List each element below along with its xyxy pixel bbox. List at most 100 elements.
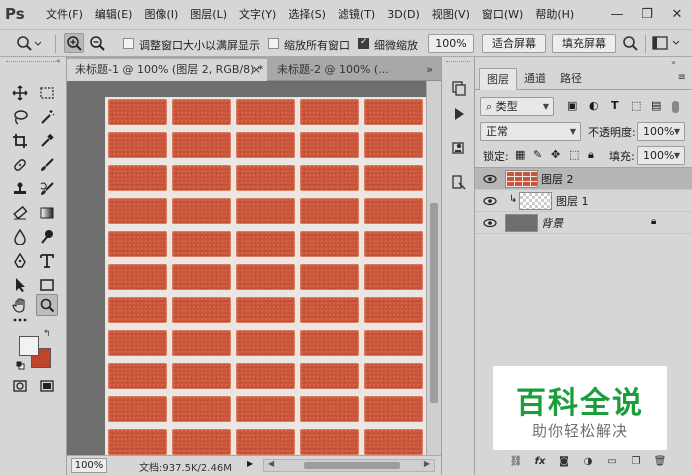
horizontal-scrollbar[interactable]: ◀ ▶ bbox=[263, 459, 435, 472]
lasso-tool-icon[interactable] bbox=[9, 106, 31, 128]
brush-tool-icon[interactable] bbox=[36, 154, 58, 176]
properties-panel-icon[interactable] bbox=[448, 171, 470, 193]
history-panel-icon[interactable] bbox=[448, 77, 470, 99]
tab-document-2[interactable]: 未标题-2 @ 100% (... » bbox=[269, 59, 439, 81]
background-layer-name[interactable]: 背景 bbox=[541, 215, 563, 231]
menu-image[interactable]: 图像(I) bbox=[144, 0, 178, 29]
dodge-tool-icon[interactable] bbox=[36, 226, 58, 248]
new-layer-icon[interactable]: ❐ bbox=[625, 452, 647, 470]
history-brush-tool-icon[interactable] bbox=[36, 178, 58, 200]
trash-icon[interactable]: 🗑︎ bbox=[649, 452, 671, 470]
group-icon[interactable]: ▭ bbox=[601, 452, 623, 470]
visibility-eye-icon[interactable] bbox=[483, 216, 497, 230]
adjustment-icon[interactable]: ◑ bbox=[577, 452, 599, 470]
zoom-in-button[interactable] bbox=[64, 33, 84, 53]
menu-file[interactable]: 文件(F) bbox=[46, 0, 83, 29]
tab-document-1[interactable]: 未标题-1 @ 100% (图层 2, RGB/8) * × bbox=[67, 59, 267, 81]
lock-all-icon[interactable]: 🔒︎ bbox=[588, 148, 594, 162]
fill-screen-button[interactable]: 填充屏幕 bbox=[552, 34, 616, 53]
restore-button[interactable]: ❐ bbox=[632, 0, 662, 29]
menu-select[interactable]: 选择(S) bbox=[288, 0, 326, 29]
fit-screen-button[interactable]: 适合屏幕 bbox=[482, 34, 546, 53]
menu-help[interactable]: 帮助(H) bbox=[535, 0, 574, 29]
filter-shape-icon[interactable]: ⬚ bbox=[631, 99, 641, 112]
horizontal-scroll-thumb[interactable] bbox=[304, 462, 400, 469]
filter-smart-object-icon[interactable]: ▤ bbox=[651, 99, 661, 112]
canvas-area[interactable] bbox=[67, 81, 426, 455]
actions-play-icon[interactable] bbox=[448, 103, 470, 125]
magic-wand-tool-icon[interactable] bbox=[36, 106, 58, 128]
menu-edit[interactable]: 编辑(E) bbox=[95, 0, 133, 29]
eraser-tool-icon[interactable] bbox=[9, 202, 31, 224]
lock-image-icon[interactable]: ✎ bbox=[533, 148, 542, 161]
swap-colors-icon[interactable]: ↰ bbox=[43, 329, 51, 339]
layer-row-background[interactable]: 背景 🔒︎ bbox=[475, 212, 692, 234]
filter-adjustment-icon[interactable]: ◐ bbox=[589, 99, 599, 112]
clone-stamp-tool-icon[interactable] bbox=[9, 178, 31, 200]
zoom-all-windows-checkbox[interactable] bbox=[268, 38, 279, 49]
tab-channels[interactable]: 通道 bbox=[517, 68, 553, 90]
zoom-tool-button[interactable] bbox=[36, 294, 58, 316]
panel-menu-icon[interactable]: ≡ bbox=[678, 72, 686, 83]
scroll-left-arrow-icon[interactable]: ◀ bbox=[268, 459, 274, 468]
tab-layers[interactable]: 图层 bbox=[479, 68, 517, 90]
quick-mask-icon[interactable] bbox=[9, 375, 31, 397]
resize-windows-checkbox[interactable] bbox=[123, 38, 134, 49]
mask-icon[interactable]: ◙ bbox=[553, 452, 575, 470]
visibility-eye-icon[interactable] bbox=[483, 172, 497, 186]
tab-paths[interactable]: 路径 bbox=[553, 68, 589, 90]
opacity-field[interactable]: 100% ▼ bbox=[637, 122, 685, 141]
blur-tool-icon[interactable] bbox=[9, 226, 31, 248]
pen-tool-icon[interactable] bbox=[9, 250, 31, 272]
layer-2-name[interactable]: 图层 2 bbox=[541, 171, 574, 187]
healing-brush-tool-icon[interactable] bbox=[9, 154, 31, 176]
blend-mode-select[interactable]: 正常 ▼ bbox=[480, 122, 581, 141]
layer-row-2[interactable]: 图层 2 bbox=[475, 168, 692, 190]
vertical-scrollbar[interactable] bbox=[426, 81, 441, 455]
close-button[interactable]: ✕ bbox=[662, 0, 692, 29]
zoom-tool-preset-icon[interactable] bbox=[16, 35, 42, 56]
status-menu-arrow-icon[interactable]: ▶ bbox=[247, 459, 253, 468]
lock-transparent-icon[interactable]: ▦ bbox=[515, 148, 525, 161]
menu-view[interactable]: 视图(V) bbox=[432, 0, 470, 29]
filter-kind-select[interactable]: ⌕ 类型 ▼ bbox=[480, 97, 554, 116]
scroll-right-arrow-icon[interactable]: ▶ bbox=[424, 459, 430, 468]
type-tool-icon[interactable] bbox=[36, 250, 58, 272]
menu-filter[interactable]: 滤镜(T) bbox=[338, 0, 375, 29]
minimize-button[interactable]: — bbox=[602, 0, 632, 29]
screen-mode-icon[interactable] bbox=[36, 375, 58, 397]
menu-layer[interactable]: 图层(L) bbox=[190, 0, 227, 29]
gradient-tool-icon[interactable] bbox=[36, 202, 58, 224]
visibility-eye-icon[interactable] bbox=[483, 194, 497, 208]
tab-overflow-icon[interactable]: » bbox=[426, 59, 433, 81]
eyedropper-tool-icon[interactable] bbox=[36, 130, 58, 152]
filter-toggle-icon[interactable] bbox=[672, 101, 679, 113]
collapse-toolbar-icon[interactable]: « bbox=[56, 57, 60, 65]
fill-field[interactable]: 100% ▼ bbox=[637, 146, 685, 165]
foreground-color-swatch[interactable] bbox=[19, 336, 39, 356]
menu-window[interactable]: 窗口(W) bbox=[482, 0, 523, 29]
menu-type[interactable]: 文字(Y) bbox=[239, 0, 276, 29]
crop-tool-icon[interactable] bbox=[9, 130, 31, 152]
lock-position-icon[interactable]: ✥ bbox=[551, 148, 560, 161]
vertical-scroll-thumb[interactable] bbox=[430, 203, 438, 403]
dock-grip[interactable] bbox=[446, 61, 470, 62]
link-icon[interactable]: ⛓ bbox=[505, 452, 527, 470]
zoom-out-button[interactable] bbox=[87, 33, 107, 53]
marquee-tool-icon[interactable] bbox=[36, 82, 58, 104]
lock-artboard-icon[interactable]: ⬚ bbox=[569, 148, 579, 161]
toolbar-grip[interactable] bbox=[6, 61, 60, 64]
tab-close-icon[interactable]: × bbox=[252, 59, 261, 81]
panel-collapse-icon[interactable]: » bbox=[671, 58, 676, 67]
status-doc-size[interactable]: 文档:937.5K/2.46M bbox=[139, 459, 232, 474]
zoom-percent-field[interactable]: 100% bbox=[428, 34, 474, 53]
default-colors-icon[interactable] bbox=[16, 360, 25, 370]
document-canvas[interactable] bbox=[105, 97, 426, 455]
3d-panel-icon[interactable] bbox=[448, 137, 470, 159]
move-tool-icon[interactable] bbox=[9, 82, 31, 104]
status-zoom-field[interactable]: 100% bbox=[71, 458, 107, 473]
rectangle-tool-icon[interactable] bbox=[36, 274, 58, 296]
more-tools-icon[interactable] bbox=[9, 309, 31, 331]
search-icon[interactable] bbox=[622, 35, 640, 56]
layer-row-1[interactable]: ↳ 图层 1 bbox=[475, 190, 692, 212]
